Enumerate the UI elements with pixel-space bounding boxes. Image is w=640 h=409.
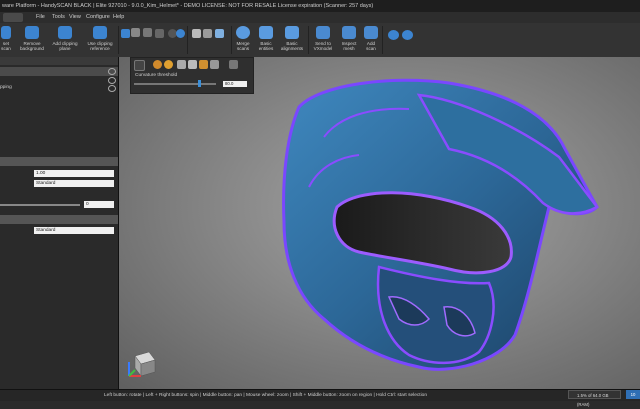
title-bar: ware Platform - HandySCAN BLACK | Elite … xyxy=(0,0,640,12)
connection-indicator[interactable]: 10 xyxy=(626,390,640,399)
clipping-item-label[interactable]: pping xyxy=(0,85,12,90)
triangle-icon[interactable] xyxy=(215,29,224,38)
quality-dropdown[interactable]: Standard xyxy=(34,227,114,234)
visibility-eye-icon[interactable] xyxy=(108,85,116,92)
remove-background-icon xyxy=(25,26,39,39)
menu-help[interactable]: Help xyxy=(113,12,124,23)
use-clipping-reference-button[interactable]: Use clipping reference xyxy=(84,23,116,57)
visibility-eye-icon[interactable] xyxy=(108,68,116,75)
slider-value-field[interactable]: 0 xyxy=(84,201,114,208)
mode-dropdown[interactable]: Standard xyxy=(34,180,114,187)
window-title: ware Platform - HandySCAN BLACK | Elite … xyxy=(2,3,374,9)
curvature-threshold-value[interactable]: 80.0 xyxy=(223,81,247,87)
workflow-settings-icon[interactable] xyxy=(402,30,413,40)
3d-viewport[interactable] xyxy=(119,57,640,389)
fan-icon[interactable] xyxy=(210,60,219,69)
inspect-mesh-button[interactable]: Inspect mesh xyxy=(338,23,360,57)
ribbon-separator xyxy=(187,26,188,54)
basic-alignments-button[interactable]: Basic alignments xyxy=(279,23,305,57)
node-icon[interactable] xyxy=(176,29,185,38)
scan-list-item[interactable] xyxy=(0,67,118,76)
mouse-hint-text: Left button: rotate | Left + Right butto… xyxy=(104,393,428,398)
merge-scans-button[interactable]: Merge scans xyxy=(233,23,253,57)
threshold-slider[interactable] xyxy=(0,204,80,206)
ribbon-separator xyxy=(308,26,309,54)
inspect-icon xyxy=(342,26,356,39)
add-scan-icon xyxy=(364,26,378,39)
ribbon-separator xyxy=(231,26,232,54)
clipping-plane-icon xyxy=(58,26,72,39)
ribbon-toolbar: set scan Remove background Add clipping … xyxy=(0,23,640,76)
menu-view[interactable]: View xyxy=(69,12,81,23)
send-icon xyxy=(316,26,330,39)
menu-bar: File Tools View Configure Help xyxy=(0,12,640,23)
menu-file[interactable]: File xyxy=(36,12,45,23)
remove-background-button[interactable]: Remove background xyxy=(18,23,46,57)
resolution-brush-icon[interactable] xyxy=(203,29,212,38)
lasso-icon[interactable] xyxy=(143,28,152,37)
curvature-tool-icon[interactable] xyxy=(134,60,145,71)
pin-icon[interactable] xyxy=(188,60,197,69)
brush-icon[interactable] xyxy=(131,28,140,37)
select-tool-icon[interactable] xyxy=(121,29,130,38)
scan-icon xyxy=(1,26,11,39)
brush-tool-icon[interactable] xyxy=(153,60,162,69)
sidebar-panel: pping 1.00 Standard 0 Standard xyxy=(0,57,119,389)
menu-configure[interactable]: Configure xyxy=(86,12,110,23)
send-to-vxmodel-button[interactable]: Send to VXmodel xyxy=(310,23,336,57)
curvature-threshold-slider[interactable] xyxy=(134,83,216,85)
entities-icon xyxy=(259,26,273,39)
alignments-icon xyxy=(285,26,299,39)
panel-header xyxy=(0,57,118,65)
options-header xyxy=(0,215,118,224)
eraser-icon[interactable] xyxy=(155,29,164,38)
slider-handle[interactable] xyxy=(198,80,201,87)
merge-icon xyxy=(236,26,250,39)
reset-scan-button[interactable]: set scan xyxy=(0,23,12,57)
chevron-down-icon[interactable] xyxy=(229,60,238,69)
orientation-cube-icon[interactable] xyxy=(121,342,161,382)
add-clipping-plane-button[interactable]: Add clipping plane xyxy=(50,23,80,57)
workflow-icon[interactable] xyxy=(388,30,399,40)
resolution-fan-icon[interactable] xyxy=(192,29,201,38)
add-scan-button[interactable]: Add scan xyxy=(362,23,380,57)
star-icon[interactable] xyxy=(199,60,208,69)
app-logo-icon xyxy=(3,13,23,22)
curvature-tool-panel: Curvature threshold 80.0 xyxy=(130,57,254,94)
ribbon-separator xyxy=(118,26,119,54)
value-field[interactable]: 1.00 xyxy=(34,170,114,177)
clipping-reference-icon xyxy=(93,26,107,39)
visibility-eye-icon[interactable] xyxy=(108,77,116,84)
properties-header xyxy=(0,157,118,166)
scissors-icon[interactable] xyxy=(177,60,186,69)
menu-tools[interactable]: Tools xyxy=(52,12,65,23)
fill-tool-icon[interactable] xyxy=(164,60,173,69)
curvature-threshold-label: Curvature threshold xyxy=(135,73,178,78)
memory-usage-label: 1.5% of 64.0 GB (RAM) xyxy=(568,390,621,407)
status-bar: Left button: rotate | Left + Right butto… xyxy=(0,389,640,401)
helmet-mesh xyxy=(282,78,599,371)
ribbon-separator xyxy=(382,26,383,54)
basic-entities-button[interactable]: Basic entities xyxy=(256,23,276,57)
